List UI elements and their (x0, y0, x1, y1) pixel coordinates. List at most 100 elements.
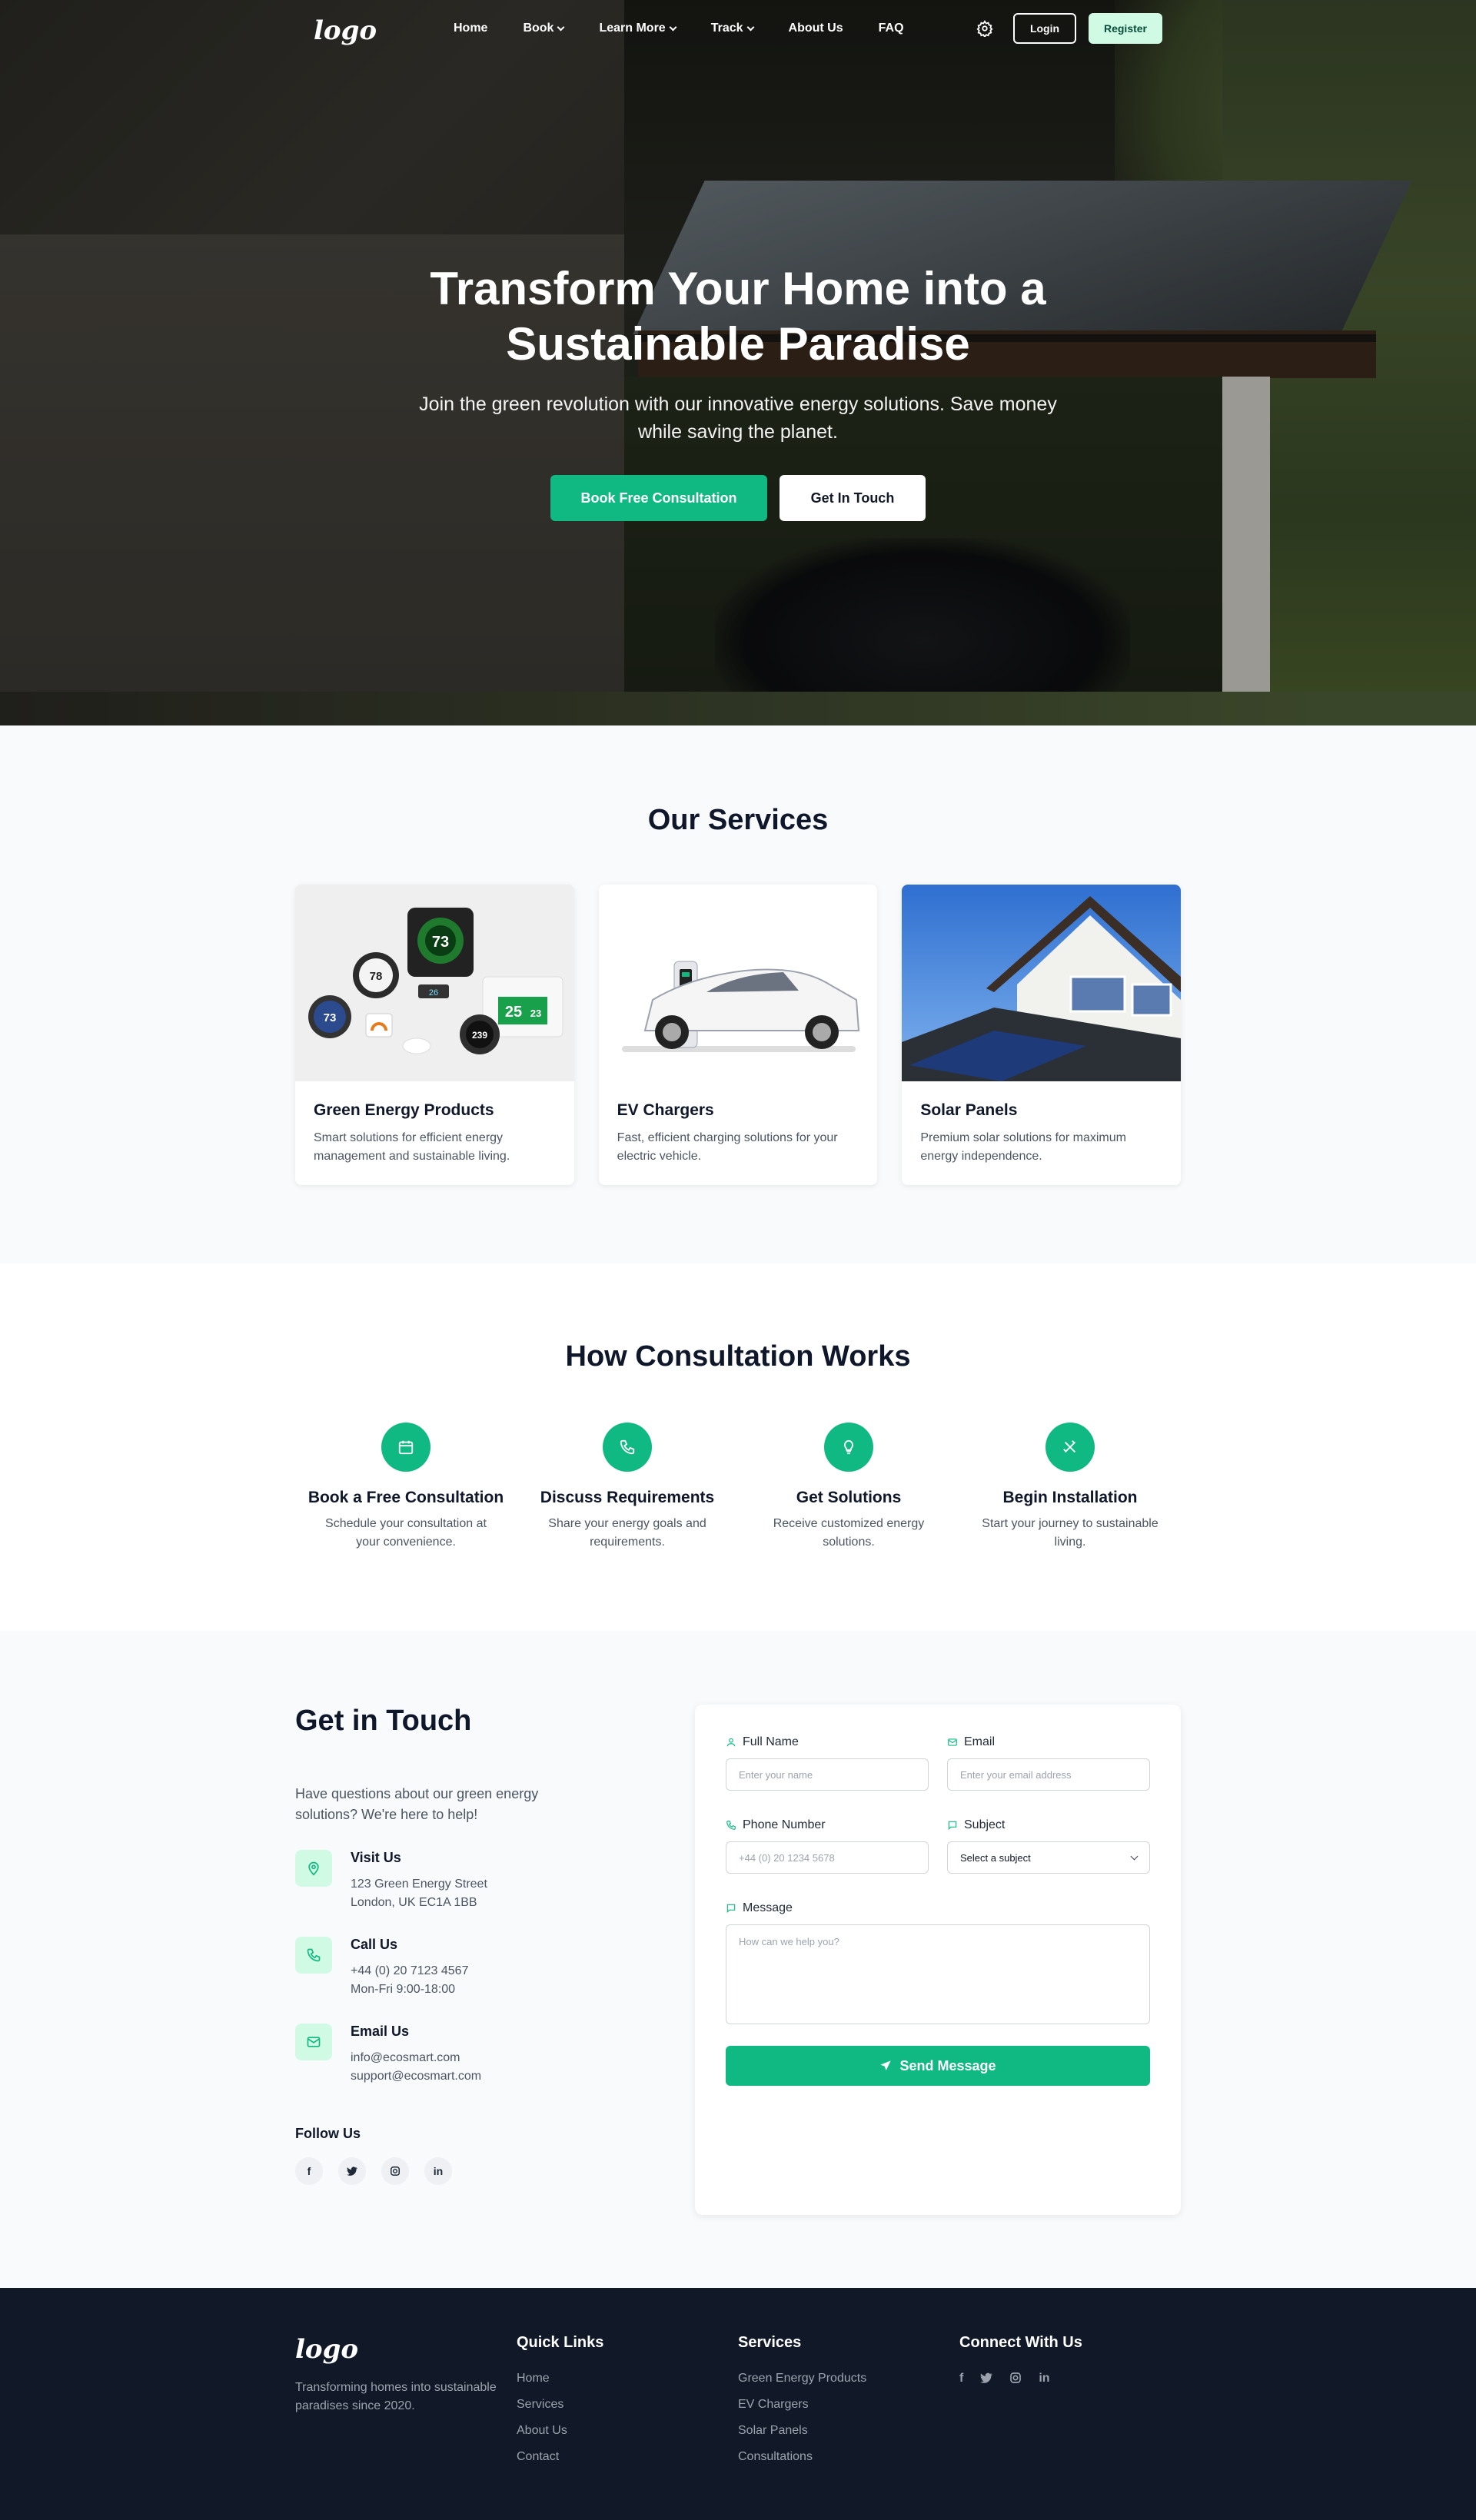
hero-subtitle: Join the green revolution with our innov… (419, 393, 1057, 443)
login-button[interactable]: Login (1013, 13, 1076, 44)
nav-item-home[interactable]: Home (454, 22, 487, 35)
twitter-icon[interactable] (338, 2157, 366, 2185)
footer-link-contact[interactable]: Contact (517, 2450, 738, 2464)
service-card-solar-panels[interactable]: Solar Panels Premium solar solutions for… (902, 885, 1182, 1185)
nav-item-label: Track (710, 22, 743, 35)
full-name-input[interactable]: Enter your name (726, 1758, 929, 1791)
services-cards: 73 78 73 25 23 239 26 Green Energy Produ… (295, 885, 1182, 1185)
visit-us-block: Visit Us 123 Green Energy Street London,… (295, 1850, 603, 1912)
hero-section: logo Home Book Learn More Track About Us… (0, 0, 1476, 725)
gear-icon[interactable] (976, 20, 993, 38)
footer-column-title: Connect With Us (959, 2334, 1082, 2351)
service-card-description: Smart solutions for efficient energy man… (314, 1131, 510, 1163)
call-us-block: Call Us +44 (0) 20 7123 4567 Mon-Fri 9:0… (295, 1937, 603, 1999)
nav-item-label: Home (454, 22, 488, 35)
social-links: f in (295, 2157, 603, 2185)
phone-icon (295, 1937, 332, 1974)
send-message-button[interactable]: Send Message (726, 2046, 1150, 2086)
mail-icon (948, 1738, 957, 1746)
footer-link-services[interactable]: Services (517, 2398, 738, 2412)
step-title: Begin Installation (1002, 1489, 1138, 1506)
nav-logo[interactable]: logo (314, 15, 377, 46)
book-consultation-button[interactable]: Book Free Consultation (550, 475, 767, 521)
footer-link-consultations[interactable]: Consultations (738, 2450, 959, 2464)
phone-input[interactable]: +44 (0) 20 1234 5678 (726, 1841, 929, 1874)
nav-item-faq[interactable]: FAQ (879, 22, 904, 35)
green-energy-products-image: 73 78 73 25 23 239 26 (295, 885, 574, 1081)
footer-column-title: Quick Links (517, 2334, 604, 2351)
step-title: Get Solutions (796, 1489, 902, 1506)
step-description: Start your journey to sustainable living… (982, 1517, 1159, 1549)
display-reading: 26 (429, 988, 438, 998)
instagram-icon[interactable] (381, 2157, 409, 2185)
facebook-icon[interactable]: f (959, 2372, 963, 2388)
register-button[interactable]: Register (1089, 13, 1162, 44)
nav-item-about-us[interactable]: About Us (789, 22, 843, 35)
send-icon (880, 2060, 892, 2070)
service-card-title: EV Chargers (617, 1101, 714, 1119)
address-line: London, UK EC1A 1BB (351, 1896, 477, 1909)
address-line: 123 Green Energy Street (351, 1878, 487, 1891)
linkedin-icon[interactable]: in (424, 2157, 452, 2185)
email-address[interactable]: info@ecosmart.com (351, 2049, 481, 2067)
nav-item-learn-more[interactable]: Learn More (599, 22, 677, 35)
footer-link-solar-panels[interactable]: Solar Panels (738, 2424, 959, 2438)
tools-icon (1046, 1423, 1095, 1472)
email-input[interactable]: Enter your email address (947, 1758, 1150, 1791)
footer-link-home[interactable]: Home (517, 2372, 738, 2386)
get-in-touch-button[interactable]: Get In Touch (780, 475, 926, 521)
phone-label: Phone Number (726, 1818, 929, 1832)
footer-logo[interactable]: logo (295, 2334, 517, 2365)
field-label: Message (743, 1901, 793, 1914)
visit-us-title: Visit Us (351, 1850, 401, 1865)
twitter-icon[interactable] (980, 2372, 993, 2388)
step-title: Discuss Requirements (540, 1489, 715, 1506)
steps-list: Book a Free Consultation Schedule your c… (295, 1423, 1181, 1552)
step-title: Book a Free Consultation (308, 1489, 504, 1506)
contact-info: Get in Touch Have questions about our gr… (295, 1705, 603, 2185)
email-us-block: Email Us info@ecosmart.com support@ecosm… (295, 2024, 603, 2086)
footer-social-links: f in (959, 2372, 1181, 2388)
step-discuss-requirements: Discuss Requirements Share your energy g… (517, 1423, 738, 1552)
linkedin-icon[interactable]: in (1039, 2372, 1049, 2388)
step-description: Schedule your consultation at your conve… (325, 1517, 487, 1549)
footer-link-green-energy[interactable]: Green Energy Products (738, 2372, 959, 2386)
calendar-icon (381, 1423, 430, 1472)
footer-link-ev-chargers[interactable]: EV Chargers (738, 2398, 959, 2412)
thermostat-reading: 239 (472, 1030, 487, 1041)
field-label: Subject (964, 1818, 1006, 1831)
subject-select[interactable]: Select a subject (947, 1841, 1150, 1874)
subject-select-value: Select a subject (960, 1851, 1031, 1864)
hero-title: Transform Your Home into a Sustainable P… (430, 263, 1046, 370)
contact-form: Full Name Enter your name Email Enter yo… (695, 1705, 1181, 2215)
step-get-solutions: Get Solutions Receive customized energy … (738, 1423, 959, 1552)
lightbulb-icon (824, 1423, 873, 1472)
email-label: Email (947, 1735, 1150, 1749)
service-card-ev-chargers[interactable]: EV Chargers Fast, efficient charging sol… (598, 885, 878, 1185)
phone-icon (726, 1821, 736, 1830)
instagram-icon[interactable] (1009, 2372, 1022, 2388)
display-reading: 25 (505, 1004, 522, 1021)
facebook-icon[interactable]: f (295, 2157, 323, 2185)
footer-link-about-us[interactable]: About Us (517, 2424, 738, 2438)
office-hours: Mon-Fri 9:00-18:00 (351, 1983, 456, 1996)
nav-menu: Home Book Learn More Track About Us FAQ (454, 22, 939, 35)
nav-item-book[interactable]: Book (523, 22, 565, 35)
chat-icon (948, 1821, 957, 1831)
thermostat-reading: 78 (370, 970, 383, 983)
services-title: Our Services (647, 804, 829, 836)
contact-section: Get in Touch Have questions about our gr… (0, 1631, 1476, 2288)
email-us-title: Email Us (351, 2024, 410, 2039)
message-textarea[interactable]: How can we help you? (726, 1924, 1150, 2024)
top-navigation: logo Home Book Learn More Track About Us… (0, 0, 1476, 60)
service-card-description: Fast, efficient charging solutions for y… (617, 1131, 838, 1163)
field-label: Email (964, 1735, 996, 1748)
nav-item-track[interactable]: Track (710, 22, 754, 35)
hero-buttons: Book Free Consultation Get In Touch (0, 475, 1476, 521)
solar-panels-image (902, 885, 1182, 1081)
phone-number[interactable]: +44 (0) 20 7123 4567 (351, 1962, 468, 1980)
service-card-green-energy[interactable]: 73 78 73 25 23 239 26 Green Energy Produ… (295, 885, 574, 1185)
contact-title: Get in Touch (295, 1705, 472, 1737)
email-address[interactable]: support@ecosmart.com (351, 2067, 481, 2086)
nav-item-label: Book (523, 22, 554, 35)
